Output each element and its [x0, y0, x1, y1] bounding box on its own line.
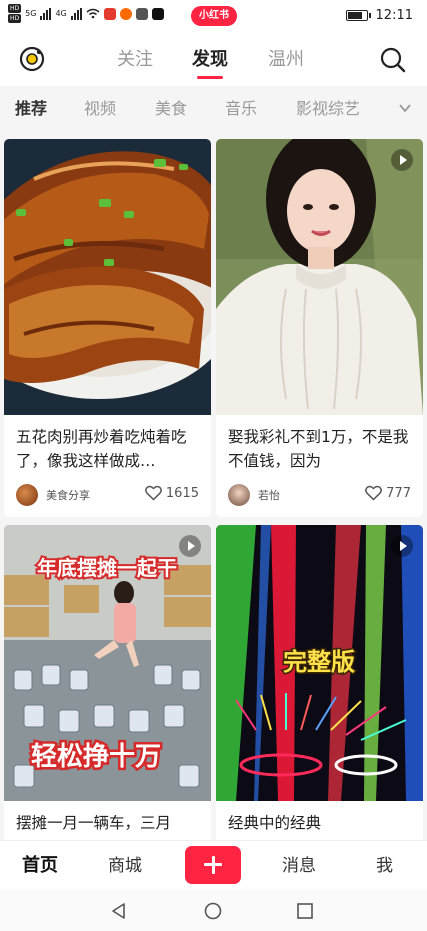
system-navigation-bar	[0, 890, 427, 931]
overlay-text-top: 年底摆摊一起干	[37, 556, 177, 580]
warehouse-image: 年底摆摊一起干 轻松挣十万	[4, 525, 211, 801]
card-title: 五花肉别再炒着吃炖着吃了，像我这样做成…	[16, 428, 187, 470]
card-title: 娶我彩礼不到1万，不是我不值钱，因为	[228, 428, 409, 470]
category-video[interactable]: 视频	[84, 97, 116, 121]
chevron-down-icon[interactable]	[397, 100, 413, 116]
like-count: 1615	[165, 485, 199, 501]
like-button[interactable]: 1615	[144, 485, 199, 501]
create-post-button[interactable]	[185, 846, 241, 884]
explore-icon[interactable]	[18, 45, 46, 73]
network-4g-label: 4G	[55, 9, 67, 18]
avatar[interactable]	[228, 484, 250, 506]
card-meta: 若怡 777	[216, 473, 423, 517]
signal-strength-icon	[40, 7, 52, 20]
card-title: 经典中的经典	[228, 814, 322, 832]
tab-discover[interactable]: 发现	[192, 47, 228, 73]
category-recommended[interactable]: 推荐	[15, 97, 47, 121]
tab-local-city[interactable]: 温州	[268, 47, 304, 73]
search-icon[interactable]	[379, 46, 407, 74]
app-pill-badge: 小红书	[191, 6, 237, 26]
feed-card[interactable]: 完整版 经典中的经典	[216, 525, 423, 840]
card-title: 摆摊一月一辆车，三月	[16, 814, 172, 832]
play-icon	[391, 535, 413, 557]
status-left-icons: HD HD 5G 4G	[8, 4, 164, 23]
home-circle-icon[interactable]	[204, 902, 222, 920]
tab-messages[interactable]: 消息	[282, 853, 316, 879]
top-tabs: 关注 发现 温州	[100, 34, 330, 86]
like-button[interactable]: 777	[365, 485, 411, 501]
app-notification-icon-2	[119, 7, 132, 20]
tab-mall[interactable]: 商城	[108, 853, 142, 879]
like-count: 777	[386, 485, 411, 501]
tab-home[interactable]: 首页	[22, 853, 58, 879]
feed-grid: 五花肉别再炒着吃炖着吃了，像我这样做成… 美食分享 1615 娶我彩礼不到1万，…	[0, 132, 427, 840]
author-name[interactable]: 若怡	[258, 487, 280, 503]
category-music[interactable]: 音乐	[225, 97, 257, 121]
tab-follow[interactable]: 关注	[117, 47, 153, 73]
portrait-image	[216, 139, 423, 415]
top-nav: 关注 发现 温州	[0, 34, 427, 86]
bottom-tab-bar: 首页 商城 消息 我	[0, 840, 427, 890]
wifi-icon	[86, 8, 100, 19]
laser-lights-image: 完整版	[216, 525, 423, 801]
author-name[interactable]: 美食分享	[46, 487, 90, 503]
tab-me[interactable]: 我	[376, 853, 393, 879]
feed-card[interactable]: 娶我彩礼不到1万，不是我不值钱，因为 若怡 777	[216, 139, 423, 517]
play-icon	[391, 149, 413, 171]
woman-sweater-thumbnail[interactable]	[216, 139, 423, 415]
category-bar: 推荐 视频 美食 音乐 影视综艺	[0, 86, 427, 132]
stage-lights-thumbnail[interactable]: 完整版	[216, 525, 423, 801]
signal-strength-icon-2	[70, 7, 82, 20]
recent-apps-icon[interactable]	[296, 902, 314, 920]
hd-icon: HD HD	[8, 4, 22, 23]
heart-icon	[144, 485, 162, 501]
feed-card[interactable]: 年底摆摊一起干 轻松挣十万 摆摊一月一辆车，三月	[4, 525, 211, 840]
avatar[interactable]	[16, 484, 38, 506]
status-bar: HD HD 5G 4G 小红书 12:11	[0, 0, 427, 34]
clock: 12:11	[375, 8, 413, 23]
network-5g-label: 5G	[25, 9, 37, 18]
battery-icon	[345, 10, 371, 21]
overlay-text-bottom: 轻松挣十万	[31, 742, 161, 772]
app-notification-icon	[103, 7, 116, 20]
overlay-text: 完整版	[283, 648, 355, 676]
category-film-variety[interactable]: 影视综艺	[296, 97, 360, 121]
category-food[interactable]: 美食	[155, 97, 187, 121]
card-meta: 美食分享 1615	[4, 473, 211, 517]
robot-toys-thumbnail[interactable]: 年底摆摊一起干 轻松挣十万	[4, 525, 211, 801]
app-notification-icon-3	[135, 7, 148, 20]
heart-icon	[365, 485, 383, 501]
back-icon[interactable]	[110, 902, 128, 920]
tiktok-icon	[151, 7, 164, 20]
feed-card[interactable]: 五花肉别再炒着吃炖着吃了，像我这样做成… 美食分享 1615	[4, 139, 211, 517]
status-right: 12:11	[345, 8, 413, 23]
braised-pork-thumbnail[interactable]	[4, 139, 211, 415]
play-icon	[179, 535, 201, 557]
food-image	[4, 139, 211, 415]
